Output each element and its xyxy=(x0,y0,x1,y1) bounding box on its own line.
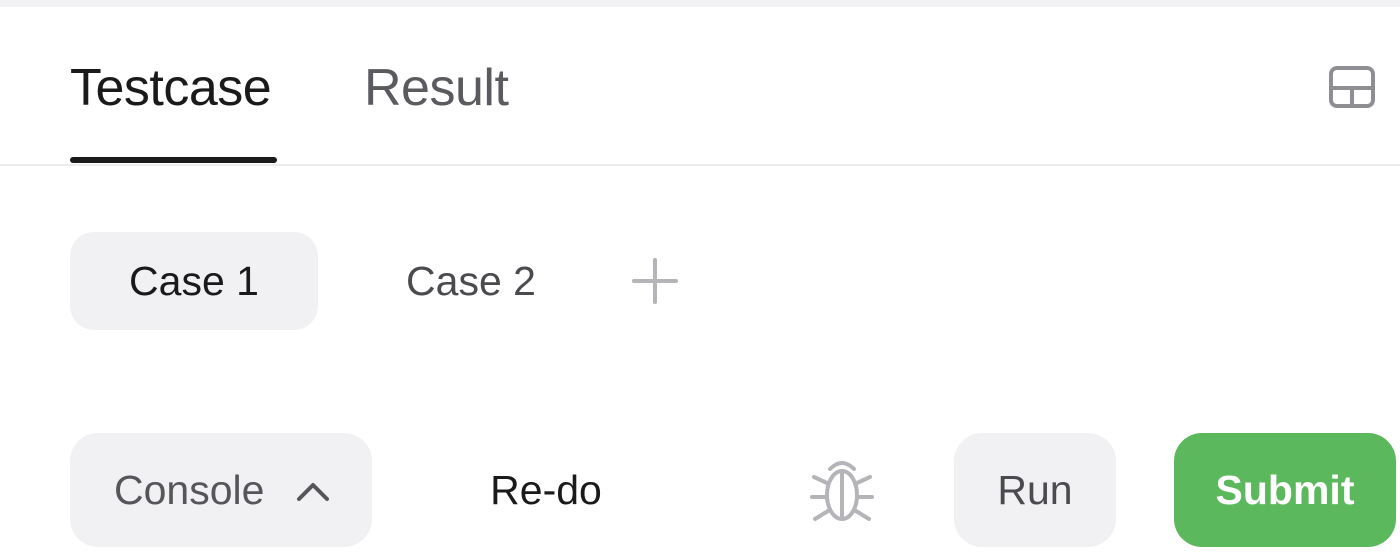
case-tab-2[interactable]: Case 2 xyxy=(376,232,566,330)
bug-icon[interactable] xyxy=(808,455,876,525)
layout-panel-icon[interactable] xyxy=(1328,65,1376,109)
tab-bar: Testcase Result xyxy=(0,7,1400,166)
console-label: Console xyxy=(114,467,265,513)
case-tab-1[interactable]: Case 1 xyxy=(70,232,318,330)
plus-icon[interactable] xyxy=(632,258,678,304)
chevron-up-icon xyxy=(297,483,329,501)
tab-testcase[interactable]: Testcase xyxy=(70,59,272,117)
tab-result[interactable]: Result xyxy=(364,59,509,117)
console-button[interactable]: Console xyxy=(70,433,372,547)
submit-button[interactable]: Submit xyxy=(1174,433,1396,547)
active-tab-indicator xyxy=(70,157,277,163)
run-button[interactable]: Run xyxy=(954,433,1116,547)
redo-button[interactable]: Re-do xyxy=(432,433,660,547)
top-divider-strip xyxy=(0,0,1400,7)
